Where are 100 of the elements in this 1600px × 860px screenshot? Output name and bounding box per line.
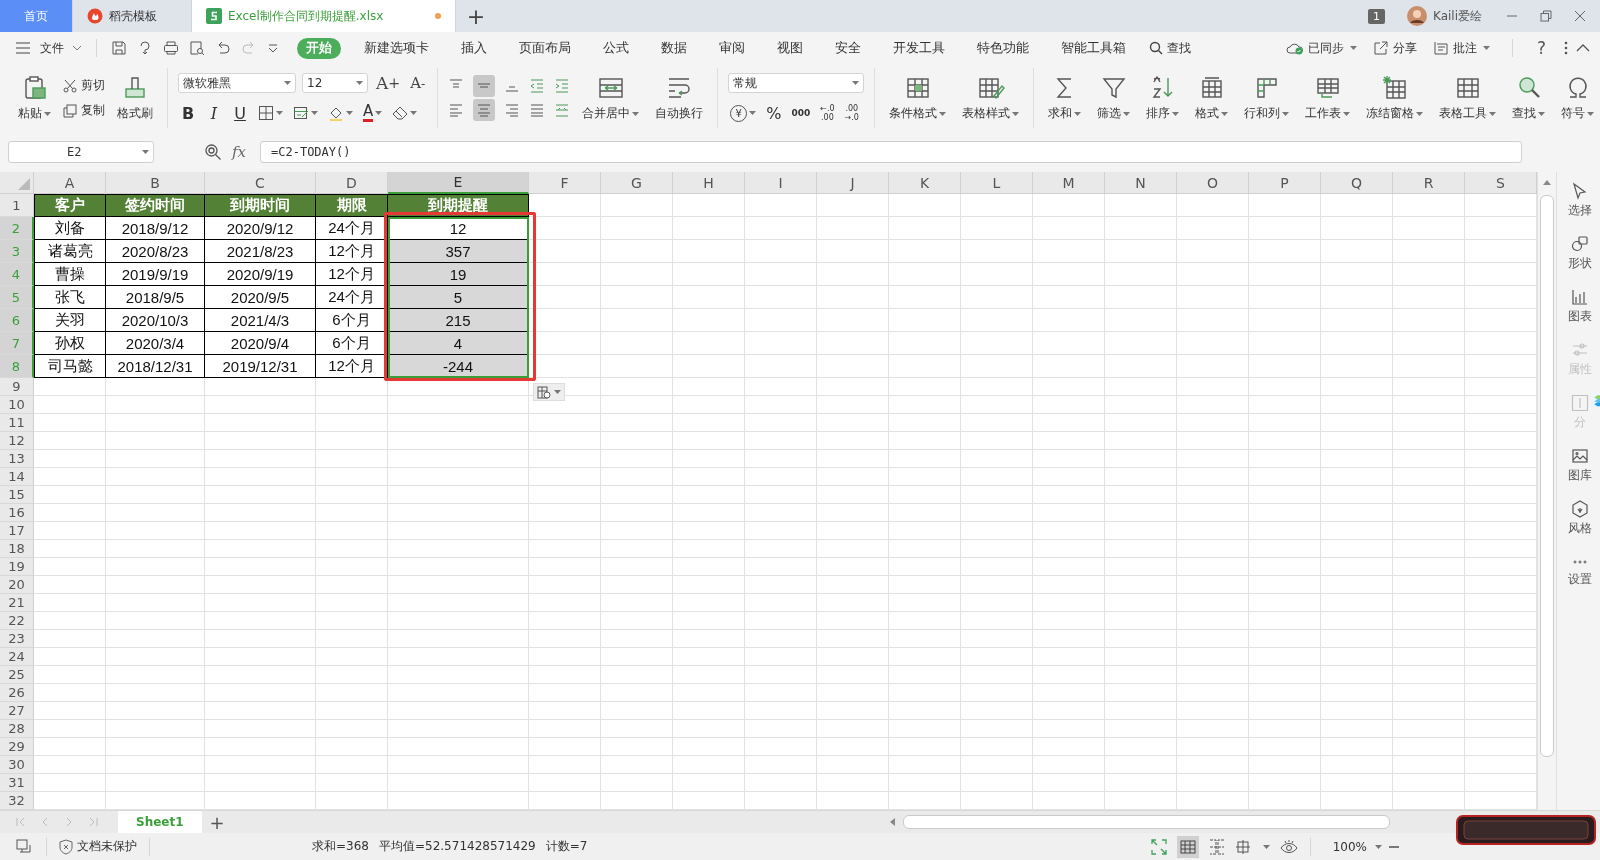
font-size-select[interactable]: 12 — [302, 73, 368, 93]
row-header[interactable]: 32 — [0, 792, 34, 810]
document-tab[interactable]: Excel制作合同到期提醒.xlsx — [192, 0, 456, 32]
caret-icon[interactable] — [1375, 844, 1382, 849]
caret-icon[interactable] — [1074, 111, 1082, 116]
row-header[interactable]: 28 — [0, 720, 34, 738]
column-header[interactable]: B — [106, 172, 205, 194]
caret-icon[interactable] — [1221, 111, 1229, 116]
row-header[interactable]: 11 — [0, 414, 34, 432]
paste-button[interactable]: 粘贴 — [14, 72, 55, 124]
column-header[interactable]: S — [1465, 172, 1537, 194]
save-icon[interactable] — [111, 40, 127, 56]
caret-icon[interactable] — [632, 111, 640, 116]
ribbon-tab[interactable]: 页面布局 — [510, 37, 580, 59]
shield-icon[interactable] — [59, 838, 73, 855]
caret-icon[interactable] — [1262, 844, 1270, 849]
row-header[interactable]: 10 — [0, 396, 34, 414]
column-header[interactable]: H — [673, 172, 745, 194]
scroll-left-icon[interactable] — [890, 818, 895, 826]
ribbon-tab[interactable]: 插入 — [452, 37, 496, 59]
chevron-down-icon[interactable] — [267, 42, 279, 54]
row-header[interactable]: 23 — [0, 630, 34, 648]
column-header[interactable]: E — [388, 172, 529, 194]
column-header[interactable]: L — [961, 172, 1033, 194]
ribbon-tab[interactable]: 审阅 — [710, 37, 754, 59]
comment-label[interactable]: 批注 — [1452, 39, 1477, 57]
sidebar-item[interactable]: 图表 — [1567, 288, 1592, 325]
ribbon-tab[interactable]: 特色功能 — [968, 37, 1038, 59]
column-header[interactable]: C — [205, 172, 316, 194]
ribbon-tab[interactable]: 公式 — [594, 37, 638, 59]
caret-icon[interactable] — [1343, 111, 1351, 116]
caret-icon[interactable] — [1282, 111, 1290, 116]
share-label[interactable]: 分享 — [1392, 39, 1417, 57]
toolbar-button[interactable]: 查找 — [1508, 72, 1550, 124]
avatar-icon[interactable] — [1407, 6, 1427, 26]
search-icon[interactable] — [1149, 41, 1163, 55]
toolbar-button[interactable]: 表格样式 — [958, 72, 1024, 124]
font-select[interactable]: 微软雅黑 — [178, 73, 296, 93]
sync-status[interactable]: 已同步 — [1307, 39, 1344, 57]
backup-icon[interactable] — [16, 838, 34, 855]
row-header[interactable]: 27 — [0, 702, 34, 720]
caret-icon[interactable] — [284, 81, 291, 85]
column-header[interactable]: D — [316, 172, 388, 194]
caret-icon[interactable] — [1349, 46, 1357, 50]
caret-icon[interactable] — [1489, 111, 1497, 116]
fullscreen-icon[interactable] — [1150, 838, 1167, 855]
ribbon-tab[interactable]: 视图 — [768, 37, 812, 59]
file-menu[interactable]: 文件 — [40, 39, 64, 57]
italic-button[interactable]: I — [204, 102, 224, 124]
new-tab-button[interactable]: + — [456, 0, 496, 32]
merge-center-button[interactable]: 合并居中 — [578, 72, 644, 124]
row-header[interactable]: 17 — [0, 522, 34, 540]
column-header[interactable]: K — [889, 172, 961, 194]
ribbon-tab[interactable]: 新建选项卡 — [355, 37, 438, 59]
number-format-select[interactable]: 常规 — [728, 73, 865, 93]
row-header[interactable]: 14 — [0, 468, 34, 486]
sidebar-item[interactable]: 选择 — [1567, 182, 1592, 219]
help-button[interactable]: ? — [1536, 38, 1546, 58]
ribbon-tab[interactable]: 安全 — [826, 37, 870, 59]
row-header[interactable]: 21 — [0, 594, 34, 612]
scroll-up-icon[interactable] — [1543, 180, 1551, 185]
row-header[interactable]: 29 — [0, 738, 34, 756]
paste-options-button[interactable] — [533, 383, 565, 401]
toolbar-button[interactable]: 求和 — [1044, 72, 1086, 124]
toolbar-button[interactable]: 排序 — [1142, 72, 1184, 124]
caret-icon[interactable] — [852, 81, 860, 85]
column-header[interactable]: O — [1177, 172, 1249, 194]
caret-icon[interactable] — [1416, 111, 1424, 116]
vertical-scrollbar[interactable] — [1537, 172, 1556, 810]
row-header[interactable]: 19 — [0, 558, 34, 576]
caret-icon[interactable] — [356, 81, 363, 85]
row-header[interactable]: 31 — [0, 774, 34, 792]
page-break-icon[interactable] — [1208, 838, 1225, 855]
column-header[interactable]: P — [1249, 172, 1321, 194]
row-header[interactable]: 18 — [0, 540, 34, 558]
formula-field[interactable]: =C2-TODAY() — [260, 141, 1522, 163]
comment-icon[interactable] — [1432, 40, 1449, 56]
row-header[interactable]: 1 — [0, 194, 34, 217]
eye-icon[interactable] — [1279, 838, 1298, 855]
row-header[interactable]: 25 — [0, 666, 34, 684]
toolbar-button[interactable]: 冻结窗格 — [1362, 72, 1428, 124]
wrap-text-button[interactable]: 自动换行 — [651, 72, 708, 124]
protection-status[interactable]: 文档未保护 — [77, 838, 137, 855]
window-count-badge[interactable]: 1 — [1368, 8, 1385, 24]
page-layout-icon[interactable] — [1234, 838, 1251, 855]
add-sheet-button[interactable]: + — [201, 811, 233, 833]
sidebar-item[interactable]: 形状 — [1567, 235, 1592, 272]
column-header[interactable]: F — [529, 172, 601, 194]
normal-view-button[interactable] — [1176, 835, 1199, 858]
caret-icon[interactable] — [410, 111, 418, 115]
user-name[interactable]: Kaili爱绘 — [1433, 7, 1482, 25]
caret-icon[interactable] — [346, 111, 353, 115]
align-center-button[interactable] — [473, 99, 496, 121]
caret-icon[interactable] — [1172, 111, 1180, 116]
share-icon[interactable] — [1372, 40, 1389, 56]
font-color-button[interactable]: A — [361, 103, 385, 123]
more-icon[interactable] — [1564, 41, 1568, 55]
ribbon-tab[interactable]: 智能工具箱 — [1052, 37, 1135, 59]
caret-icon[interactable] — [554, 390, 561, 394]
caret-icon[interactable] — [311, 111, 318, 115]
